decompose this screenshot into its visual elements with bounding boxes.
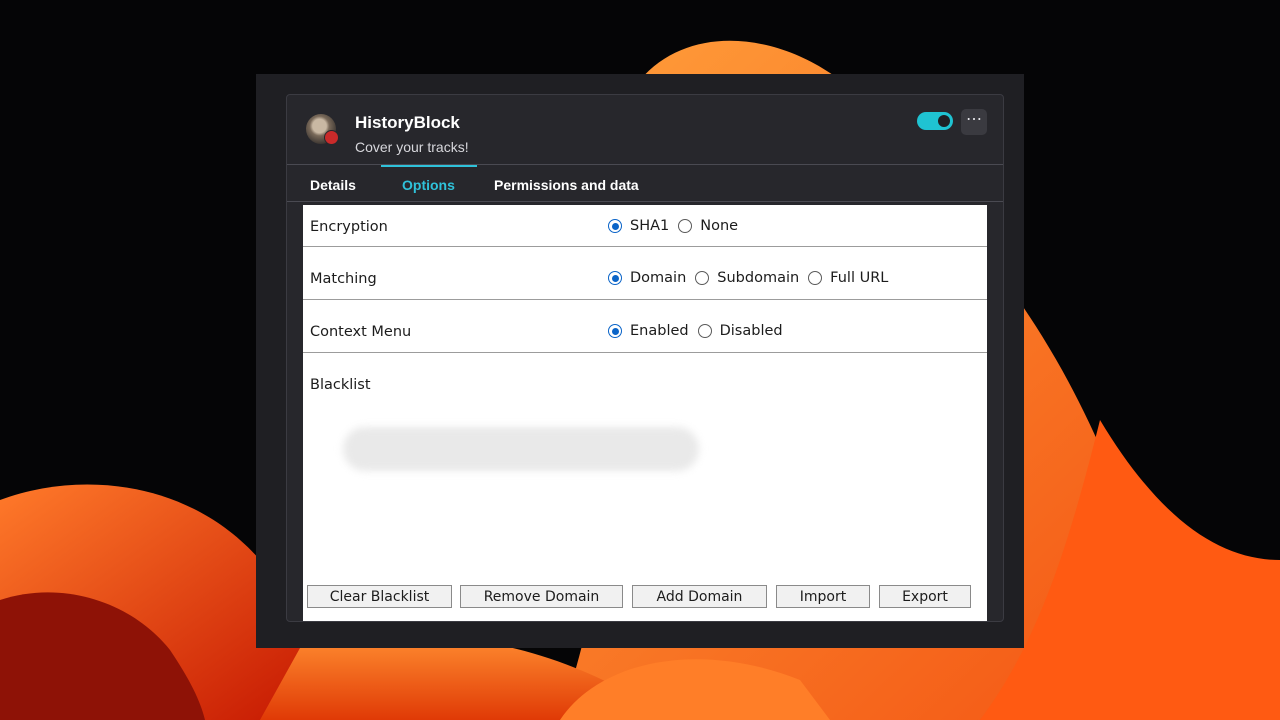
extension-manager-window: HistoryBlock Cover your tracks! ⋯ Detail… — [256, 74, 1024, 648]
matching-full-url-label[interactable]: Full URL — [830, 270, 888, 286]
matching-domain-label[interactable]: Domain — [630, 270, 686, 286]
export-button[interactable]: Export — [879, 585, 971, 608]
tab-permissions-and-data[interactable]: Permissions and data — [494, 177, 639, 193]
import-button[interactable]: Import — [776, 585, 870, 608]
extension-name: HistoryBlock — [355, 113, 460, 132]
matching-subdomain-label[interactable]: Subdomain — [717, 270, 799, 286]
matching-subdomain-radio[interactable] — [695, 271, 710, 285]
encryption-sha1-label[interactable]: SHA1 — [630, 218, 669, 234]
context-menu-enabled-label[interactable]: Enabled — [630, 323, 689, 339]
tabs-divider — [287, 201, 1003, 202]
context-menu-enabled-radio[interactable] — [608, 324, 622, 338]
add-domain-button[interactable]: Add Domain — [632, 585, 767, 608]
extension-avatar — [306, 114, 339, 145]
more-horizontal-icon: ⋯ — [966, 111, 982, 128]
blacklist-button-bar: Clear Blacklist Remove Domain Add Domain… — [303, 585, 987, 611]
matching-domain-radio[interactable] — [608, 271, 622, 285]
context-menu-disabled-radio[interactable] — [697, 324, 712, 338]
matching-full-url-radio[interactable] — [808, 271, 823, 285]
blacklist-label: Blacklist — [310, 377, 371, 393]
tab-options[interactable]: Options — [402, 177, 455, 193]
encryption-choices: SHA1 None — [608, 218, 747, 234]
options-panel: Encryption SHA1 None Matching Domain Sub… — [303, 205, 987, 621]
avatar-badge-icon — [324, 130, 339, 145]
blacklist-entry-redacted[interactable] — [343, 427, 699, 471]
extension-tagline: Cover your tracks! — [355, 139, 469, 155]
matching-choices: Domain Subdomain Full URL — [608, 270, 897, 286]
encryption-none-radio[interactable] — [678, 219, 693, 233]
tab-details[interactable]: Details — [310, 177, 356, 193]
extension-enable-toggle[interactable] — [917, 112, 953, 130]
context-menu-choices: Enabled Disabled — [608, 323, 792, 339]
encryption-none-label[interactable]: None — [700, 218, 738, 234]
extension-header: HistoryBlock Cover your tracks! ⋯ — [287, 95, 1003, 165]
context-menu-label: Context Menu — [310, 324, 412, 340]
encryption-sha1-radio[interactable] — [608, 219, 622, 233]
context-menu-disabled-label[interactable]: Disabled — [720, 323, 783, 339]
clear-blacklist-button[interactable]: Clear Blacklist — [307, 585, 452, 608]
extension-card: HistoryBlock Cover your tracks! ⋯ Detail… — [286, 94, 1004, 622]
toggle-knob — [938, 115, 950, 127]
encryption-label: Encryption — [310, 219, 388, 235]
tab-bar: Details Options Permissions and data — [287, 165, 1003, 201]
active-tab-indicator — [381, 165, 477, 167]
matching-label: Matching — [310, 271, 377, 287]
encryption-row: Encryption SHA1 None — [303, 205, 987, 247]
context-menu-row: Context Menu Enabled Disabled — [303, 300, 987, 353]
remove-domain-button[interactable]: Remove Domain — [460, 585, 623, 608]
more-options-button[interactable]: ⋯ — [961, 109, 987, 135]
matching-row: Matching Domain Subdomain Full URL — [303, 247, 987, 300]
